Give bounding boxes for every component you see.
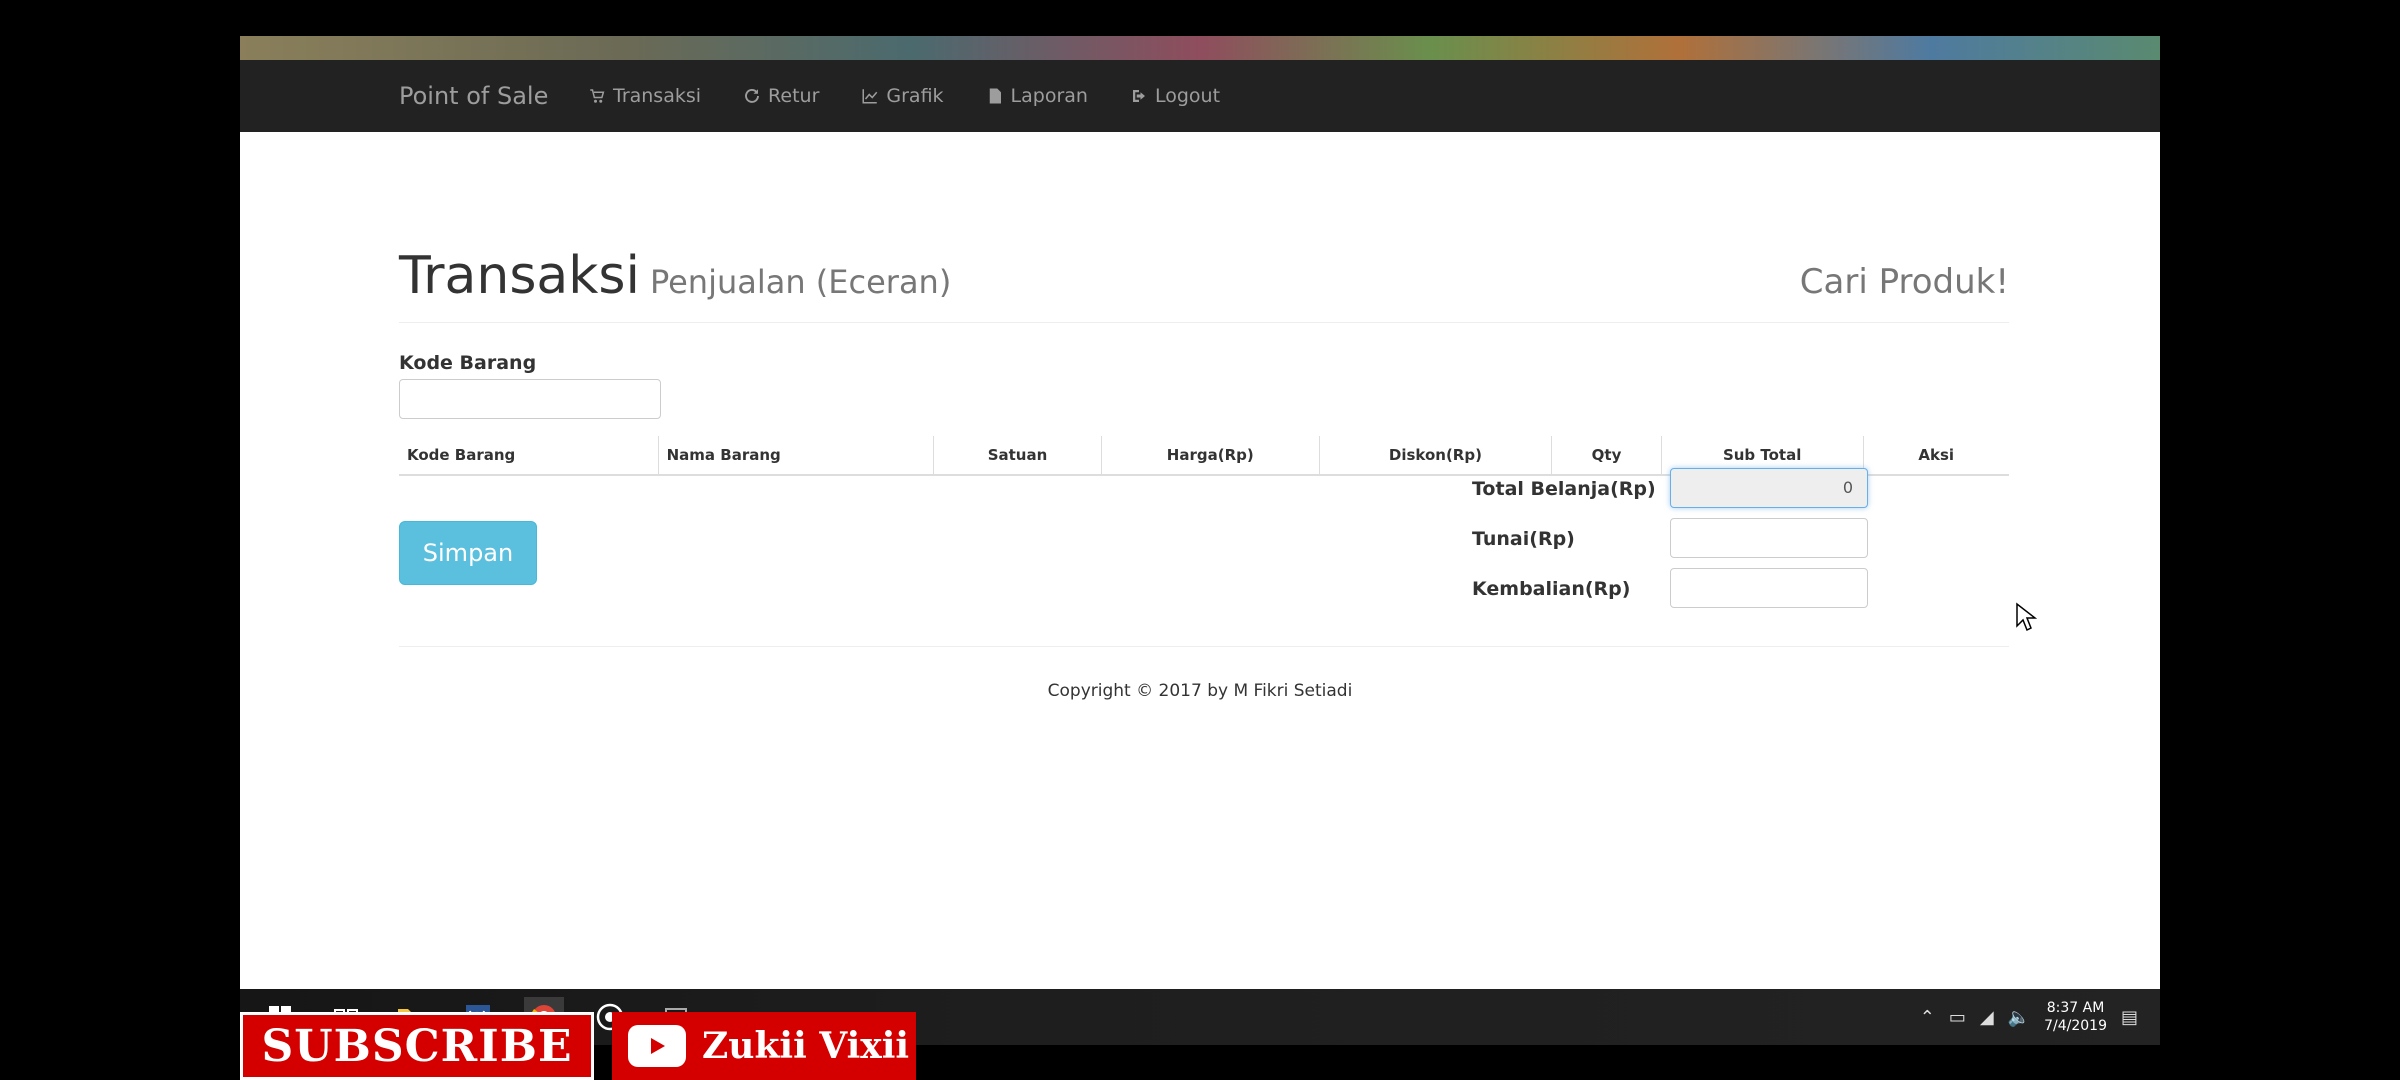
nav-item-retur[interactable]: Retur — [743, 85, 819, 107]
col-aksi: Aksi — [1862, 436, 2009, 476]
page-header: Transaksi Penjualan (Eceran) Cari Produk! — [399, 212, 2009, 323]
col-diskon: Diskon(Rp) — [1318, 436, 1552, 476]
kode-barang-input[interactable] — [399, 379, 661, 419]
tunai-label: Tunai(Rp) — [1472, 528, 1575, 550]
col-satuan: Satuan — [933, 436, 1102, 476]
nav-item-label: Grafik — [886, 85, 944, 107]
channel-name: Zukii Vixii — [702, 1025, 910, 1067]
navbar-brand[interactable]: Point of Sale — [399, 60, 548, 132]
clock-date: 7/4/2019 — [2044, 1018, 2107, 1034]
nav-item-laporan[interactable]: Laporan — [986, 85, 1088, 107]
network-icon[interactable]: ◢ — [1980, 1007, 1994, 1028]
mouse-cursor-icon — [2016, 602, 2037, 632]
page-title-text: Transaksi — [399, 246, 640, 306]
notification-icon[interactable]: ▤ — [2121, 1007, 2138, 1028]
line-chart-icon — [862, 89, 878, 104]
browser-top-strip — [240, 36, 2160, 60]
volume-icon[interactable]: 🔈 — [2008, 1007, 2030, 1028]
chevron-up-icon[interactable]: ⌃ — [1920, 1007, 1935, 1028]
refresh-icon — [745, 89, 759, 103]
nav-item-transaksi[interactable]: Transaksi — [588, 85, 701, 107]
total-belanja-label: Total Belanja(Rp) — [1472, 478, 1656, 500]
kembalian-field[interactable] — [1670, 568, 1868, 608]
kembalian-label: Kembalian(Rp) — [1472, 578, 1631, 600]
channel-banner: Zukii Vixii — [612, 1012, 916, 1080]
col-nama-barang: Nama Barang — [657, 436, 934, 476]
cart-icon — [590, 89, 605, 103]
save-button[interactable]: Simpan — [399, 521, 537, 585]
file-icon — [989, 88, 1001, 104]
youtube-icon — [628, 1025, 686, 1067]
search-product-link[interactable]: Cari Produk! — [1800, 262, 2009, 302]
col-kode-barang: Kode Barang — [399, 436, 659, 476]
tunai-input[interactable] — [1670, 518, 1868, 558]
system-tray: ⌃ ▭ ◢ 🔈 8:37 AM 7/4/2019 ▤ — [1920, 989, 2138, 1045]
battery-icon[interactable]: ▭ — [1949, 1007, 1966, 1028]
nav-item-logout[interactable]: Logout — [1130, 85, 1220, 107]
footer-divider — [399, 646, 2009, 647]
col-qty: Qty — [1551, 436, 1662, 476]
nav-item-label: Transaksi — [613, 85, 702, 107]
nav-item-label: Laporan — [1010, 85, 1088, 107]
kode-barang-label: Kode Barang — [399, 352, 537, 374]
copyright-text: Copyright © 2017 by M Fikri Setiadi — [1047, 681, 1353, 701]
subscribe-banner: SUBSCRIBE — [240, 1012, 594, 1080]
page-subtitle: Penjualan (Eceran) — [649, 263, 952, 301]
nav-menu: Transaksi Retur Grafik Laporan Logout — [588, 60, 1220, 132]
navbar: Point of Sale Transaksi Retur Grafik Lap… — [240, 60, 2160, 132]
nav-item-grafik[interactable]: Grafik — [861, 85, 944, 107]
clock-time: 8:37 AM — [2046, 1000, 2105, 1016]
nav-item-label: Logout — [1154, 85, 1221, 107]
browser-screen: Point of Sale Transaksi Retur Grafik Lap… — [240, 36, 2160, 1045]
total-belanja-field: 0 — [1670, 468, 1868, 508]
taskbar-clock[interactable]: 8:37 AM 7/4/2019 — [2044, 999, 2107, 1035]
page-title: Transaksi Penjualan (Eceran) — [399, 246, 951, 306]
nav-item-label: Retur — [768, 85, 820, 107]
col-harga: Harga(Rp) — [1100, 436, 1320, 476]
logout-icon — [1132, 90, 1145, 102]
